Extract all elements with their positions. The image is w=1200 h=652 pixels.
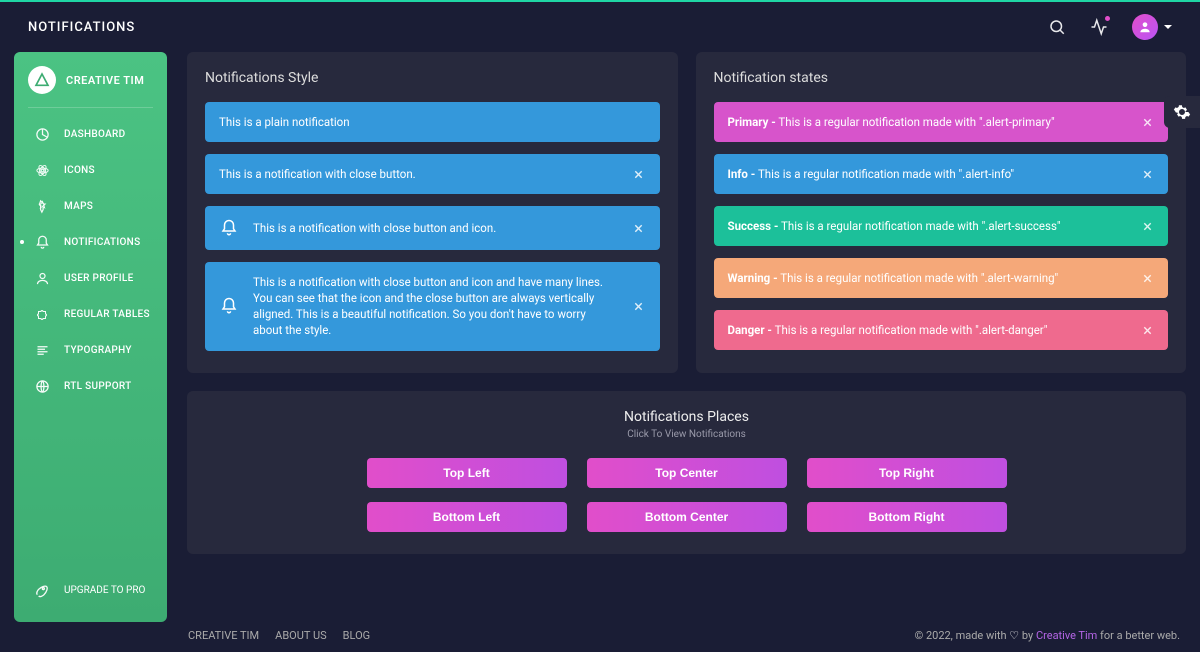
sidebar-item-notifications[interactable]: NOTIFICATIONS: [14, 224, 167, 260]
alert-primary: Primary - This is a regular notification…: [714, 102, 1169, 142]
rocket-icon: [34, 582, 50, 598]
card-title: Notifications Style: [205, 70, 660, 86]
alert: This is a plain notification: [205, 102, 660, 142]
alert-text: Warning - This is a regular notification…: [728, 270, 1127, 286]
sidebar-item-label: RTL SUPPORT: [64, 381, 132, 392]
brand-logo-icon: [28, 66, 56, 94]
alert-info: Info - This is a regular notification ma…: [714, 154, 1169, 194]
puzzle-icon: [34, 306, 50, 322]
avatar: [1132, 14, 1158, 40]
places-subtitle: Click To View Notifications: [205, 429, 1168, 440]
alert-success: Success - This is a regular notification…: [714, 206, 1169, 246]
alert: This is a notification with close button…: [205, 206, 660, 250]
atom-icon: [34, 162, 50, 178]
card-notifications-style: Notifications Style This is a plain noti…: [187, 52, 678, 373]
upgrade-label: UPGRADE TO PRO: [64, 585, 145, 596]
brand[interactable]: CREATIVE TIM: [14, 66, 167, 108]
brand-name: CREATIVE TIM: [66, 74, 144, 87]
footer-link-creative-tim[interactable]: Creative Tim: [1036, 629, 1097, 642]
sidebar-item-user-profile[interactable]: USER PROFILE: [14, 260, 167, 296]
chevron-down-icon: [1164, 25, 1172, 29]
sidebar-item-regular-tables[interactable]: REGULAR TABLES: [14, 296, 167, 332]
heart-icon: ♡: [1009, 629, 1019, 642]
sidebar-item-label: REGULAR TABLES: [64, 309, 150, 320]
pin-icon: [34, 198, 50, 214]
sidebar-item-label: NOTIFICATIONS: [64, 237, 140, 248]
close-icon[interactable]: [1140, 271, 1154, 285]
sidebar-item-rtl-support[interactable]: RTL SUPPORT: [14, 368, 167, 404]
alert: This is a notification with close button…: [205, 262, 660, 350]
card-notifications-places: Notifications Places Click To View Notif…: [187, 391, 1186, 554]
alert-text: Primary - This is a regular notification…: [728, 114, 1127, 130]
globe-icon: [34, 378, 50, 394]
sidebar-item-label: DASHBOARD: [64, 129, 125, 140]
chart-pie-icon: [34, 126, 50, 142]
close-icon[interactable]: [632, 299, 646, 313]
sidebar-item-label: TYPOGRAPHY: [64, 345, 132, 356]
place-button-top-right[interactable]: Top Right: [807, 458, 1007, 488]
alert-text: Success - This is a regular notification…: [728, 218, 1127, 234]
alert-text: This is a notification with close button…: [253, 274, 618, 338]
footer-link[interactable]: ABOUT US: [275, 629, 326, 642]
close-icon[interactable]: [1140, 323, 1154, 337]
close-icon[interactable]: [632, 167, 646, 181]
close-icon[interactable]: [1140, 167, 1154, 181]
sidebar-item-icons[interactable]: ICONS: [14, 152, 167, 188]
alert: This is a notification with close button…: [205, 154, 660, 194]
alert-text: Info - This is a regular notification ma…: [728, 166, 1127, 182]
footer-link[interactable]: BLOG: [343, 629, 371, 642]
place-button-bottom-center[interactable]: Bottom Center: [587, 502, 787, 532]
footer-copyright: © 2022, made with ♡ by Creative Tim for …: [915, 629, 1180, 642]
user-menu[interactable]: [1132, 14, 1172, 40]
place-button-top-left[interactable]: Top Left: [367, 458, 567, 488]
sidebar-item-label: ICONS: [64, 165, 95, 176]
sidebar-item-dashboard[interactable]: DASHBOARD: [14, 116, 167, 152]
gear-icon: [1173, 103, 1191, 121]
card-title: Notification states: [714, 70, 1169, 86]
search-button[interactable]: [1048, 18, 1066, 36]
alert-text: This is a plain notification: [219, 114, 646, 130]
close-icon[interactable]: [1140, 219, 1154, 233]
settings-tab[interactable]: [1164, 96, 1200, 128]
bell-icon: [219, 218, 239, 238]
place-button-bottom-left[interactable]: Bottom Left: [367, 502, 567, 532]
close-icon[interactable]: [632, 221, 646, 235]
alert-warning: Warning - This is a regular notification…: [714, 258, 1169, 298]
activity-button[interactable]: [1090, 18, 1108, 36]
alert-text: This is a notification with close button…: [253, 220, 618, 236]
places-title: Notifications Places: [205, 409, 1168, 425]
card-notification-states: Notification states Primary - This is a …: [696, 52, 1187, 373]
sidebar-item-label: USER PROFILE: [64, 273, 134, 284]
bell-icon: [219, 296, 239, 316]
close-icon[interactable]: [1140, 115, 1154, 129]
sidebar-item-maps[interactable]: MAPS: [14, 188, 167, 224]
notification-dot-icon: [1105, 16, 1110, 21]
align-icon: [34, 342, 50, 358]
sidebar: CREATIVE TIM DASHBOARD ICONS MAPS NOTIFICAT…: [14, 52, 167, 622]
footer-link[interactable]: CREATIVE TIM: [188, 629, 259, 642]
bell-icon: [34, 234, 50, 250]
sidebar-item-typography[interactable]: TYPOGRAPHY: [14, 332, 167, 368]
sidebar-item-label: MAPS: [64, 201, 93, 212]
upgrade-button[interactable]: UPGRADE TO PRO: [14, 572, 167, 608]
place-button-bottom-right[interactable]: Bottom Right: [807, 502, 1007, 532]
user-icon: [34, 270, 50, 286]
page-title: NOTIFICATIONS: [28, 20, 135, 35]
alert-danger: Danger - This is a regular notification …: [714, 310, 1169, 350]
alert-text: Danger - This is a regular notification …: [728, 322, 1127, 338]
alert-text: This is a notification with close button…: [219, 166, 618, 182]
place-button-top-center[interactable]: Top Center: [587, 458, 787, 488]
